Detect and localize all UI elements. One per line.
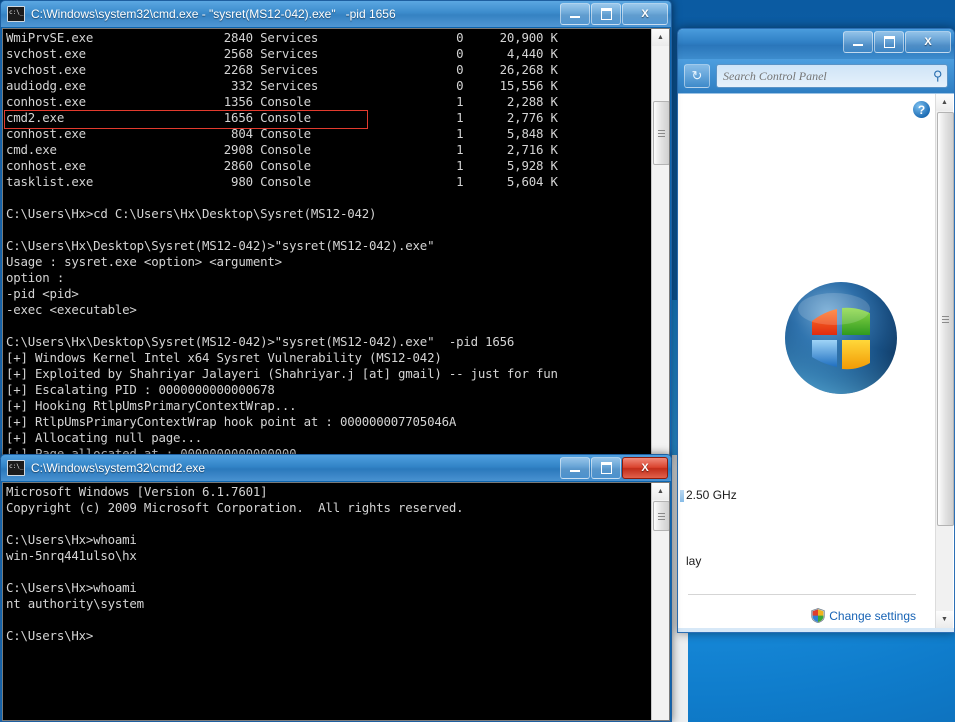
console-icon <box>7 460 25 476</box>
change-settings-link[interactable]: Change settings <box>811 608 916 623</box>
scrollbar-thumb[interactable] <box>653 501 670 531</box>
cmd2-output: Microsoft Windows [Version 6.1.7601] Cop… <box>6 484 649 644</box>
cmd2-titlebar[interactable]: C:\Windows\system32\cmd2.exe X <box>1 455 671 481</box>
processor-speed-label: 2.50 GHz <box>686 488 737 502</box>
maximize-icon <box>601 8 612 20</box>
search-icon: ⚲ <box>933 68 943 84</box>
maximize-icon <box>601 462 612 474</box>
scrollbar-thumb[interactable] <box>653 101 670 165</box>
scrollbar-thumb[interactable] <box>937 112 954 526</box>
scroll-up-icon[interactable]: ▲ <box>652 483 669 500</box>
cmd2-screen[interactable]: Microsoft Windows [Version 6.1.7601] Cop… <box>2 482 670 721</box>
scroll-up-icon[interactable]: ▲ <box>652 29 669 46</box>
close-button[interactable]: X <box>622 457 668 479</box>
bullet-icon <box>680 490 684 502</box>
control-panel-navbar: ↻ ⚲ <box>678 59 954 93</box>
change-settings-label: Change settings <box>829 609 916 623</box>
scroll-down-icon[interactable]: ▼ <box>936 611 953 628</box>
close-icon: X <box>641 8 648 20</box>
maximize-button[interactable] <box>591 3 621 25</box>
maximize-button[interactable] <box>874 31 904 53</box>
control-panel-content: ? <box>678 93 954 628</box>
cmd-sysret-screen[interactable]: WmiPrvSE.exe 2840 Services 0 20,900 K sv… <box>2 28 670 457</box>
console-icon <box>7 6 25 22</box>
display-label: lay <box>686 554 701 568</box>
uac-shield-icon <box>811 608 825 623</box>
windows-logo <box>782 279 900 397</box>
refresh-icon[interactable]: ↻ <box>684 64 710 88</box>
control-panel-titlebar[interactable]: X <box>678 29 954 59</box>
control-panel-window[interactable]: X ↻ ⚲ ? <box>677 28 955 633</box>
minimize-button[interactable] <box>560 457 590 479</box>
cmd2-system-shell-window[interactable]: C:\Windows\system32\cmd2.exe X Microsoft… <box>0 454 672 722</box>
minimize-button[interactable] <box>560 3 590 25</box>
close-button[interactable]: X <box>622 3 668 25</box>
maximize-button[interactable] <box>591 457 621 479</box>
cmd2-scrollbar[interactable]: ▲ <box>651 483 669 720</box>
minimize-icon <box>853 44 863 46</box>
close-button[interactable]: X <box>905 31 951 53</box>
cmd-sysret-title: C:\Windows\system32\cmd.exe - "sysret(MS… <box>31 7 396 21</box>
cmd2-window-buttons: X <box>560 457 668 479</box>
cmd-sysret-output: WmiPrvSE.exe 2840 Services 0 20,900 K sv… <box>6 30 649 457</box>
content-divider <box>688 594 916 595</box>
thumb-grip-icon <box>658 513 665 520</box>
minimize-icon <box>570 470 580 472</box>
thumb-grip-icon <box>942 316 949 323</box>
control-panel-window-buttons: X <box>843 31 951 53</box>
minimize-icon <box>570 16 580 18</box>
search-input[interactable] <box>721 68 933 85</box>
cmd2-title: C:\Windows\system32\cmd2.exe <box>31 461 205 475</box>
cmd-sysret-window[interactable]: C:\Windows\system32\cmd.exe - "sysret(MS… <box>0 0 672 458</box>
scroll-up-icon[interactable]: ▲ <box>936 94 953 111</box>
control-panel-scrollbar[interactable]: ▲ ▼ <box>935 94 953 628</box>
cmd-sysret-titlebar[interactable]: C:\Windows\system32\cmd.exe - "sysret(MS… <box>1 1 671 27</box>
minimize-button[interactable] <box>843 31 873 53</box>
thumb-grip-icon <box>658 130 665 137</box>
close-icon: X <box>924 36 931 48</box>
screen: X ↻ ⚲ ? <box>0 0 955 722</box>
help-icon[interactable]: ? <box>913 101 930 118</box>
search-box[interactable]: ⚲ <box>716 64 948 88</box>
cmd-sysret-window-buttons: X <box>560 3 668 25</box>
maximize-icon <box>884 36 895 48</box>
cmd-sysret-scrollbar[interactable]: ▲ <box>651 29 669 456</box>
close-icon: X <box>641 462 648 474</box>
